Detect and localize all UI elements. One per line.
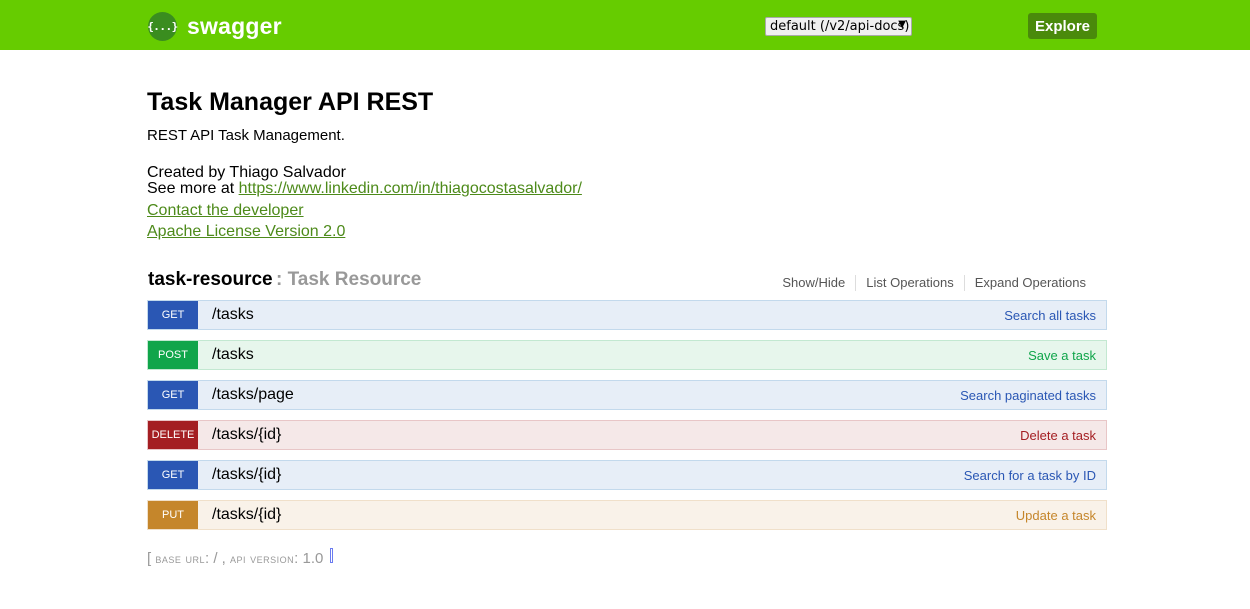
- resource-description: : Task Resource: [276, 269, 422, 290]
- swagger-logo-text: swagger: [187, 12, 282, 39]
- api-version-label: api version: [230, 551, 295, 566]
- dropdown-caret-icon: ▼: [898, 19, 906, 30]
- contact-developer: Contact the developer: [147, 202, 304, 220]
- api-version-value: : 1.0: [294, 550, 324, 567]
- see-more-prefix: See more at: [147, 180, 239, 197]
- method-badge[interactable]: GET: [148, 301, 198, 329]
- base-url-label: base url: [155, 551, 205, 566]
- api-see-more: See more at https://www.linkedin.com/in/…: [147, 181, 582, 197]
- operation-summary[interactable]: Search for a task by ID: [964, 468, 1096, 483]
- operation-path[interactable]: /tasks/{id}: [212, 466, 281, 484]
- api-footer: [ base url: / , api version: 1.0 ]: [147, 548, 333, 567]
- method-badge[interactable]: DELETE: [148, 421, 198, 449]
- method-badge[interactable]: PUT: [148, 501, 198, 529]
- top-bar: {...} swagger default (/v2/api-docs) ▼ E…: [0, 0, 1250, 50]
- contact-developer-link[interactable]: Contact the developer: [147, 202, 304, 219]
- operation-path[interactable]: /tasks/page: [212, 386, 294, 404]
- operation-post-tasks[interactable]: POST /tasks Save a task: [147, 340, 1107, 370]
- operation-get-task-by-id[interactable]: GET /tasks/{id} Search for a task by ID: [147, 460, 1107, 490]
- operation-summary[interactable]: Save a task: [1028, 348, 1096, 363]
- method-badge[interactable]: POST: [148, 341, 198, 369]
- swagger-logo-icon: {...}: [147, 11, 178, 41]
- api-description: REST API Task Management.: [147, 127, 345, 144]
- operation-path[interactable]: /tasks: [212, 346, 254, 364]
- operation-path[interactable]: /tasks: [212, 306, 254, 324]
- operation-get-tasks-page[interactable]: GET /tasks/page Search paginated tasks: [147, 380, 1107, 410]
- operation-path[interactable]: /tasks/{id}: [212, 506, 281, 524]
- footer-open-bracket: [: [147, 550, 152, 567]
- operation-path[interactable]: /tasks/{id}: [212, 426, 281, 444]
- license-link[interactable]: Apache License Version 2.0: [147, 223, 345, 240]
- license: Apache License Version 2.0: [147, 223, 345, 241]
- operation-summary[interactable]: Search paginated tasks: [960, 388, 1096, 403]
- operation-delete-task[interactable]: DELETE /tasks/{id} Delete a task: [147, 420, 1107, 450]
- expand-operations-link[interactable]: Expand Operations: [965, 275, 1096, 291]
- operation-summary[interactable]: Update a task: [1016, 508, 1096, 523]
- operation-get-tasks[interactable]: GET /tasks Search all tasks: [147, 300, 1107, 330]
- api-spec-select[interactable]: default (/v2/api-docs) ▼: [765, 17, 912, 36]
- api-title: Task Manager API REST: [147, 88, 434, 116]
- resource-actions: Show/Hide List Operations Expand Operati…: [772, 275, 1096, 291]
- explore-button[interactable]: Explore: [1028, 13, 1097, 39]
- linkedin-link[interactable]: https://www.linkedin.com/in/thiagocostas…: [239, 180, 582, 197]
- base-url-value: : / ,: [204, 550, 226, 567]
- operation-put-task[interactable]: PUT /tasks/{id} Update a task: [147, 500, 1107, 530]
- text-cursor: [329, 548, 333, 563]
- list-operations-link[interactable]: List Operations: [856, 275, 965, 291]
- show-hide-link[interactable]: Show/Hide: [772, 275, 857, 291]
- operation-summary[interactable]: Delete a task: [1020, 428, 1096, 443]
- method-badge[interactable]: GET: [148, 461, 198, 489]
- api-spec-select-value: default (/v2/api-docs): [770, 19, 910, 34]
- api-created-by: Created by Thiago Salvador: [147, 164, 346, 181]
- method-badge[interactable]: GET: [148, 381, 198, 409]
- swagger-logo[interactable]: {...} swagger: [147, 11, 282, 41]
- operation-summary[interactable]: Search all tasks: [1004, 308, 1096, 323]
- resource-name-link[interactable]: task-resource: [148, 269, 273, 291]
